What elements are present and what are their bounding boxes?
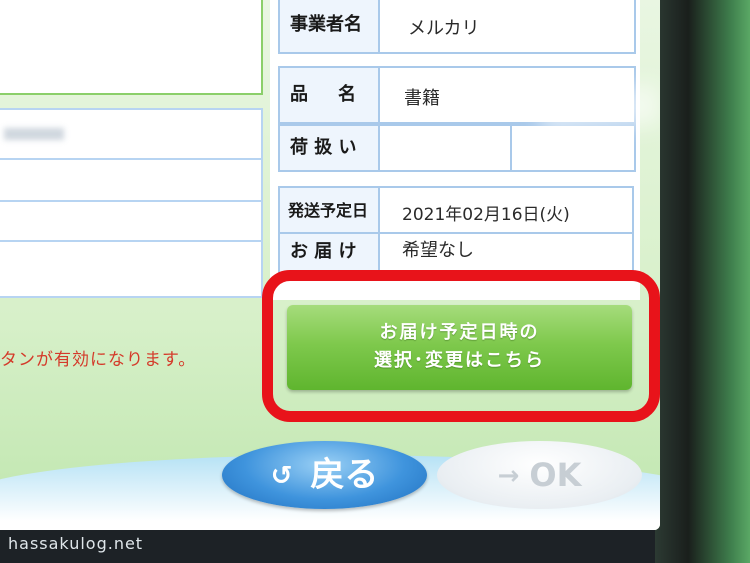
ship-date-value: 2021年02月16日(火) — [402, 205, 570, 225]
business-label: 事業者名 — [280, 0, 380, 52]
cell-divider — [510, 126, 512, 170]
ship-date-row: 発送予定日 2021年02月16日(火) — [278, 186, 634, 236]
business-value: メルカリ — [408, 18, 480, 39]
handling-label: 荷 扱 い — [280, 126, 380, 170]
red-highlight-box — [262, 270, 660, 422]
divider — [0, 158, 261, 160]
left-form-panel — [0, 108, 263, 298]
left-top-panel — [0, 0, 263, 95]
back-button-label: 戻る — [310, 455, 379, 495]
ok-button-label: OK — [529, 456, 582, 494]
divider — [0, 200, 261, 202]
right-arrow-icon: → — [497, 461, 520, 491]
delivery-value: 希望なし — [402, 240, 474, 261]
divider — [0, 240, 261, 242]
watermark-text: hassakulog.net — [8, 534, 144, 553]
shipment-info: 事業者名 メルカリ 品 名 書籍 荷 扱 い 発送予定日 2021年02月16日… — [270, 0, 640, 300]
kiosk-screen: タンが有効になります。 事業者名 メルカリ 品 名 書籍 荷 扱 い 発送予定日… — [0, 0, 660, 530]
notice-text: タンが有効になります。 — [0, 350, 197, 370]
kiosk-bezel — [655, 0, 750, 563]
business-row: 事業者名 メルカリ — [278, 0, 636, 54]
blurred-text — [4, 128, 64, 140]
back-button[interactable]: ↺ 戻る — [222, 441, 427, 509]
ok-button[interactable]: → OK — [437, 441, 642, 509]
item-value: 書籍 — [404, 88, 440, 109]
item-label: 品 名 — [280, 68, 380, 122]
return-arrow-icon: ↺ — [270, 461, 293, 491]
ship-date-label: 発送予定日 — [280, 188, 380, 234]
